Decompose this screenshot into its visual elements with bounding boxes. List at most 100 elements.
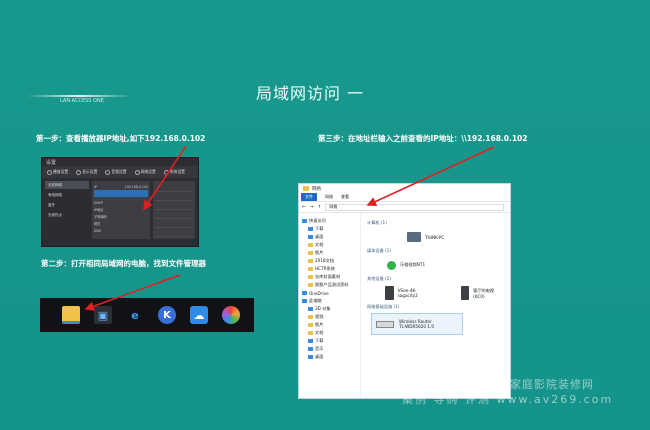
nav-item[interactable]: 图片 <box>299 321 360 329</box>
device-label: THINK-PC <box>425 234 445 240</box>
nav-item[interactable]: 仓库封面素材 <box>299 273 360 281</box>
step-2-text: 第二步：打开相同局域网的电脑，找到文件管理器 <box>41 259 206 268</box>
up-arrow-icon[interactable]: ↑ <box>318 205 322 210</box>
nav-label: 文档 <box>315 242 324 247</box>
player-tab-label: 播放设置 <box>53 169 69 174</box>
ribbon-tab-network[interactable]: 网络 <box>325 194 333 200</box>
nav-item[interactable]: 桌面 <box>299 353 360 361</box>
tab-icon <box>76 169 82 175</box>
row-label: DHCP <box>94 200 103 205</box>
address-text: 网络 <box>329 204 338 209</box>
section-header-other[interactable]: 其他设备 (2) <box>367 276 504 282</box>
watermark-line-2: 案例 导购 评测 www.av269.com <box>402 393 614 406</box>
section-header-computers[interactable]: 计算机 (1) <box>367 220 504 226</box>
nav-item[interactable]: 文档 <box>299 241 360 249</box>
row-label: 网关 <box>94 222 101 226</box>
forward-arrow-icon[interactable]: → <box>310 205 314 210</box>
media-play-icon <box>387 260 396 270</box>
edge-icon[interactable]: e <box>126 306 144 324</box>
device-pc[interactable]: THINK-PC <box>367 229 504 245</box>
document-icon <box>308 331 313 335</box>
player-tab[interactable]: 网络设置 <box>133 167 158 177</box>
computer-icon <box>302 299 307 303</box>
device-box-icon <box>385 286 394 300</box>
player-tab[interactable]: 音频设置 <box>103 167 128 177</box>
navigation-pane: 快速访问 下载 桌面 文档 图片 2018文档 HCTR系统 仓库封面素材 图影… <box>299 213 361 398</box>
folder-icon <box>308 259 313 263</box>
player-menu-item[interactable]: 无线网络 <box>45 181 89 189</box>
nav-item[interactable]: 2018文档 <box>299 257 360 265</box>
folder-icon <box>308 267 313 271</box>
nav-item[interactable]: 文档 <box>299 329 360 337</box>
player-tab[interactable]: 系统设置 <box>162 167 187 177</box>
player-menu-item[interactable]: 有线网络 <box>45 191 89 199</box>
store-icon[interactable]: ▣ <box>94 306 112 324</box>
explorer-content: 计算机 (1) THINK-PC 媒体设备 (1) 乐橙视频NT1 其他设备 (… <box>361 213 510 398</box>
cube-icon <box>308 307 313 311</box>
player-menu-item[interactable]: 蓝牙 <box>45 201 89 209</box>
panel-row <box>155 192 193 201</box>
player-side-menu: 无线网络 有线网络 蓝牙 无线热点 <box>45 181 89 239</box>
nav-label: 下载 <box>315 226 324 231</box>
window-title: 网络 <box>312 186 321 192</box>
nav-label: 桌面 <box>315 234 324 239</box>
nav-item[interactable]: 下载 <box>299 337 360 345</box>
nav-item[interactable]: 下载 <box>299 225 360 233</box>
section-header-media[interactable]: 媒体设备 (1) <box>367 248 504 254</box>
cloud-icon <box>302 291 307 295</box>
nav-item-quick-access[interactable]: 快速访问 <box>299 217 360 225</box>
device-router[interactable]: Wireless Router TL-WDR5620 1.0 <box>371 313 463 335</box>
tab-icon <box>163 169 169 175</box>
device-label: VSee-4K-sagacity2 <box>397 288 418 298</box>
explorer-ribbon: 文件 网络 查看 <box>299 193 510 202</box>
nav-item[interactable]: 音乐 <box>299 345 360 353</box>
nav-label: HCTR系统 <box>315 266 335 271</box>
download-icon <box>308 339 313 343</box>
picture-icon <box>308 251 313 255</box>
computer-icon <box>407 232 421 242</box>
nav-item-this-pc[interactable]: 此电脑 <box>299 297 360 305</box>
row-label: IP地址 <box>94 208 104 212</box>
player-tab-label: 网络设置 <box>140 169 156 174</box>
device-media[interactable]: 乐橙视频NT1 <box>367 257 504 273</box>
nav-item[interactable]: 图影产品测试资料 <box>299 281 360 289</box>
nav-label: 仓库封面素材 <box>315 274 341 279</box>
setting-row: DNS <box>94 227 148 234</box>
kodi-icon[interactable]: K <box>158 306 176 324</box>
device-other[interactable]: VSee-4K-sagacity2 <box>367 285 435 301</box>
panel-row <box>155 183 193 192</box>
player-tab[interactable]: 播放设置 <box>45 167 70 177</box>
address-bar[interactable]: 网络 <box>325 203 504 211</box>
ip-row: IP 192.168.0.102 <box>94 183 148 190</box>
selected-row-highlight <box>94 190 148 197</box>
device-label: 客厅的电视(0C0) <box>473 287 495 299</box>
nav-item-onedrive[interactable]: OneDrive <box>299 289 360 297</box>
player-right-panel <box>153 181 195 239</box>
video-icon <box>308 315 313 319</box>
device-other[interactable]: 客厅的电视(0C0) <box>455 285 504 301</box>
nav-item[interactable]: 图片 <box>299 249 360 257</box>
nav-item[interactable]: HCTR系统 <box>299 265 360 273</box>
decorative-line <box>26 95 132 97</box>
nav-label: 音乐 <box>315 346 324 351</box>
nav-label: 视频 <box>315 314 324 319</box>
ribbon-tab-file[interactable]: 文件 <box>301 193 317 201</box>
section-header-network[interactable]: 网络基础设施 (1) <box>367 304 504 310</box>
tab-icon <box>105 169 111 175</box>
panel-row <box>155 210 193 219</box>
file-explorer-icon[interactable] <box>62 306 80 324</box>
tab-icon <box>134 169 140 175</box>
cloud-icon[interactable]: ☁ <box>190 306 208 324</box>
nav-item[interactable]: 视频 <box>299 313 360 321</box>
ribbon-tab-view[interactable]: 查看 <box>341 194 349 200</box>
star-icon <box>302 219 307 223</box>
back-arrow-icon[interactable]: ← <box>302 205 306 210</box>
step-1-text: 第一步：查看播放器IP地址,如下192.168.0.102 <box>36 134 206 143</box>
nav-item[interactable]: 桌面 <box>299 233 360 241</box>
player-tab[interactable]: 显示设置 <box>74 167 99 177</box>
nav-item[interactable]: 3D 对象 <box>299 305 360 313</box>
photos-icon[interactable] <box>222 306 240 324</box>
file-explorer-window: 网络 文件 网络 查看 ← → ↑ 网络 快速访问 下载 桌面 文档 图片 20… <box>298 183 511 399</box>
device-label: 乐橙视频NT1 <box>400 262 426 267</box>
player-menu-item[interactable]: 无线热点 <box>45 211 89 219</box>
